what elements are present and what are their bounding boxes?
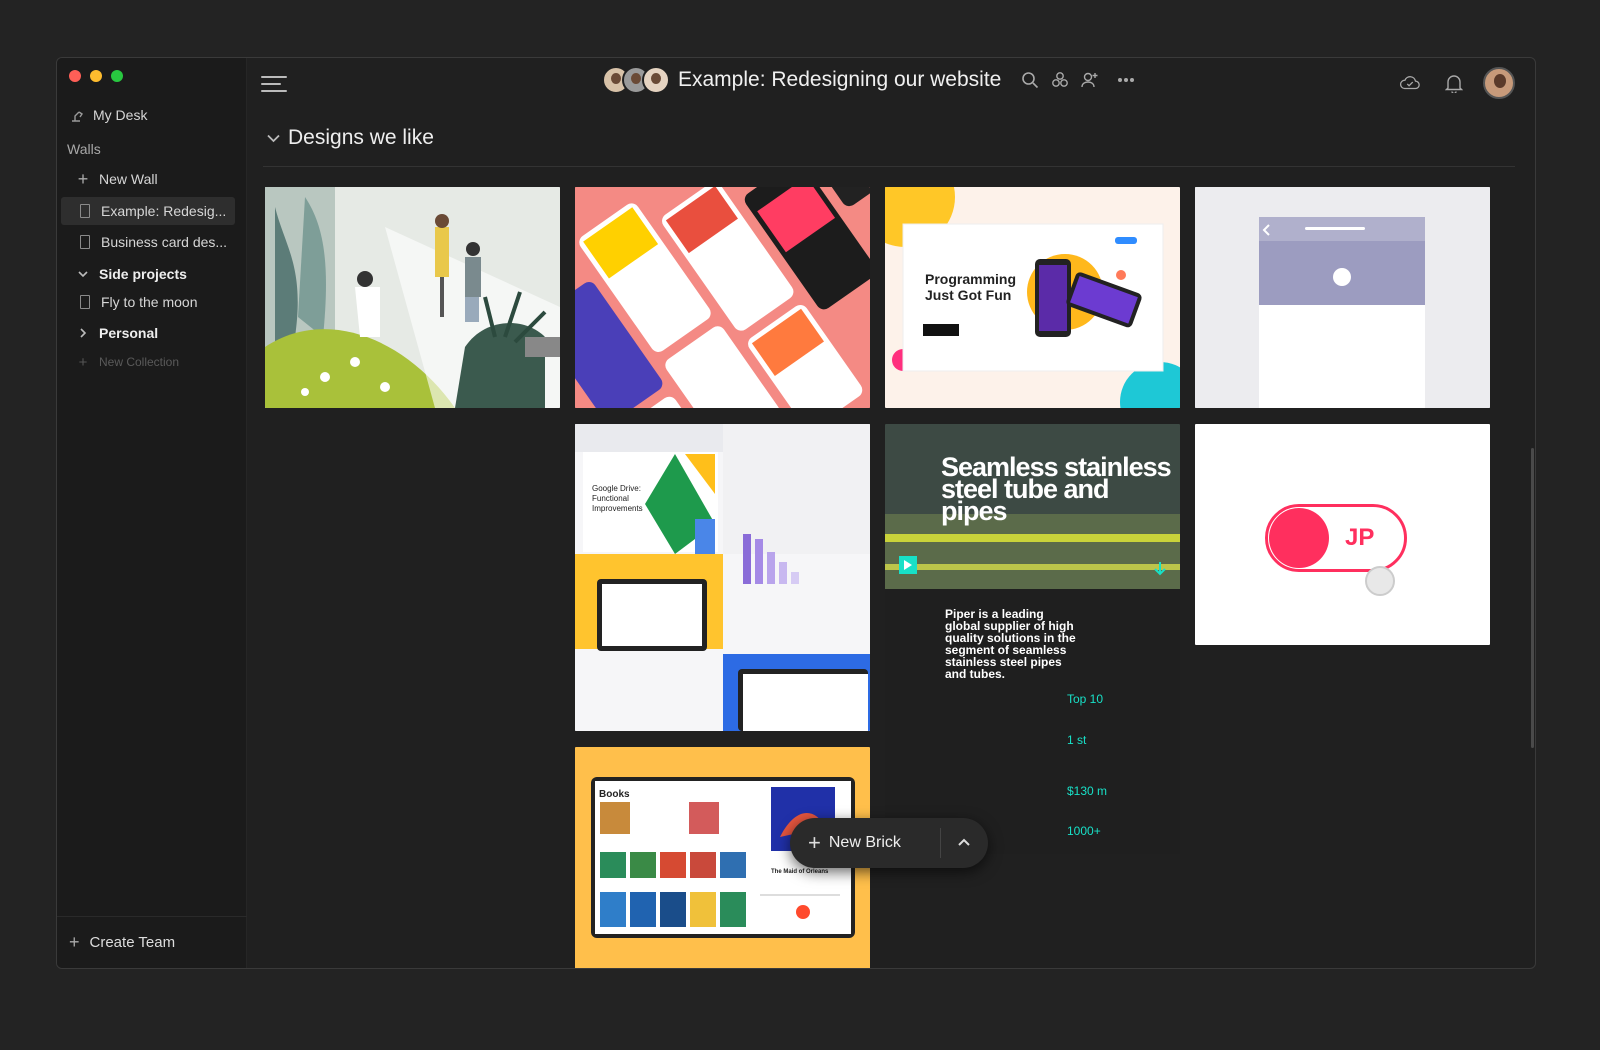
piper-stat: Top 10: [1067, 692, 1104, 706]
collection-label: Personal: [99, 325, 159, 341]
document-icon: [77, 294, 93, 310]
search-icon[interactable]: [1019, 69, 1041, 91]
plus-icon: +: [78, 353, 88, 371]
brick-mobile-apps[interactable]: [575, 187, 870, 408]
chevron-up-icon[interactable]: [954, 832, 974, 852]
sidebar-item-label: My Desk: [93, 107, 148, 123]
sidebar-item-wall[interactable]: Example: Redesig...: [61, 197, 235, 225]
sidebar-item-my-desk[interactable]: My Desk: [69, 101, 243, 129]
add-user-icon[interactable]: [1079, 69, 1101, 91]
close-button[interactable]: [69, 70, 81, 82]
section-title: Designs we like: [288, 126, 434, 149]
drive-casestudy-title: Google Drive: Functional Improvements: [592, 484, 643, 513]
loading-screen-image: [1195, 187, 1490, 408]
sidebar: My Desk Walls + New Wall Example: Redesi…: [57, 58, 247, 968]
document-icon: [77, 234, 93, 250]
window-controls: [69, 70, 123, 82]
integrations-icon[interactable]: [1049, 69, 1071, 91]
hamburger-icon[interactable]: [261, 76, 287, 92]
piper-headline: Seamless stainless steel tube and pipes: [941, 452, 1172, 526]
brick-loading-screen[interactable]: [1195, 187, 1490, 408]
brick-illustration[interactable]: [265, 187, 560, 408]
chevron-down-icon: [75, 266, 91, 282]
piper-stat: 1 st: [1067, 733, 1087, 747]
piper-stat: $130 m: [1067, 784, 1108, 798]
programming-title: Programming Just Got Fun: [925, 271, 1017, 303]
new-brick-label: New Brick: [828, 834, 901, 851]
plus-icon: +: [808, 830, 821, 855]
brick-drive-casestudy[interactable]: Google Drive: Functional Improvements: [575, 424, 870, 731]
drive-casestudy-image: [575, 424, 870, 731]
walls-label: Walls: [67, 141, 101, 157]
bell-icon[interactable]: [1443, 72, 1465, 94]
brick-toggle[interactable]: JP: [1195, 424, 1490, 645]
app-window: My Desk Walls + New Wall Example: Redesi…: [56, 57, 1536, 969]
mobile-apps-image: [575, 187, 870, 408]
cursor-indicator: [1365, 566, 1395, 596]
new-wall-button[interactable]: + New Wall: [75, 165, 249, 193]
chevron-down-icon: [267, 130, 280, 146]
sidebar-item-label: New Collection: [99, 355, 180, 369]
collection-side-projects[interactable]: Side projects: [75, 260, 249, 288]
minimize-button[interactable]: [90, 70, 102, 82]
desk-lamp-icon: [69, 107, 85, 123]
topbar-right: [1395, 67, 1515, 99]
divider: [263, 166, 1515, 167]
illustration-image: [265, 187, 560, 408]
scrollbar[interactable]: [1531, 448, 1534, 748]
page-title[interactable]: Example: Redesigning our website: [678, 68, 1001, 92]
new-brick-button[interactable]: + New Brick: [790, 818, 988, 868]
toggle-text: JP: [1345, 524, 1375, 551]
new-collection-button[interactable]: + New Collection: [75, 348, 249, 376]
divider: [940, 828, 941, 858]
section-header[interactable]: Designs we like: [267, 126, 434, 150]
cloud-icon[interactable]: [1399, 72, 1421, 94]
collection-personal[interactable]: Personal: [75, 319, 249, 347]
collaborator-avatars[interactable]: [602, 66, 670, 94]
sidebar-item-label: New Wall: [99, 171, 158, 187]
toggle-knob: [1269, 508, 1329, 568]
brick-piper[interactable]: Seamless stainless steel tube and pipes …: [885, 424, 1180, 854]
create-team-label: Create Team: [89, 934, 176, 951]
sidebar-item-label: Example: Redesig...: [101, 203, 227, 219]
sidebar-item-wall[interactable]: Fly to the moon: [61, 288, 235, 316]
more-icon[interactable]: [1115, 69, 1137, 91]
sidebar-item-label: Business card des...: [101, 234, 228, 250]
chevron-right-icon: [75, 325, 91, 341]
wall-title-bar: Example: Redesigning our website: [602, 66, 1141, 94]
document-icon: [77, 203, 93, 219]
maximize-button[interactable]: [111, 70, 123, 82]
sidebar-item-label: Fly to the moon: [101, 294, 198, 310]
collection-label: Side projects: [99, 266, 187, 282]
plus-icon: +: [69, 932, 80, 952]
sidebar-item-wall[interactable]: Business card des...: [61, 228, 235, 256]
plus-icon: +: [77, 168, 89, 189]
avatar[interactable]: [642, 66, 670, 94]
books-title: Books: [599, 789, 630, 800]
books-subtitle: The Maid of Orleans: [771, 869, 829, 875]
brick-programming[interactable]: Programming Just Got Fun: [885, 187, 1180, 408]
piper-body: Piper is a leading global supplier of hi…: [945, 607, 1076, 681]
user-avatar[interactable]: [1483, 67, 1515, 99]
create-team-button[interactable]: + Create Team: [57, 916, 247, 968]
piper-stat: 1000+: [1067, 824, 1101, 838]
topbar: Example: Redesigning our website: [247, 58, 1535, 108]
